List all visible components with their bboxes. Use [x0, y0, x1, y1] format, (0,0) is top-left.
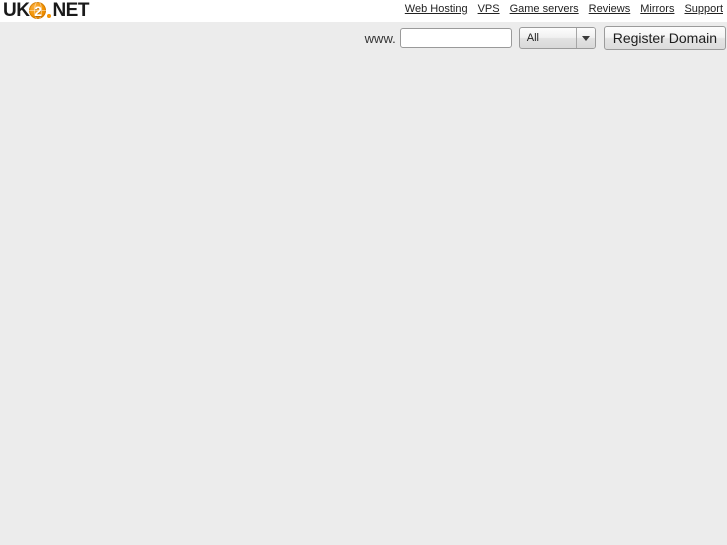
- top-navigation: Web Hosting VPS Game servers Reviews Mir…: [405, 3, 723, 15]
- chevron-down-icon[interactable]: [575, 28, 595, 48]
- logo-text-net: NET: [52, 0, 89, 21]
- www-prefix-label: www.: [364, 30, 396, 46]
- nav-link-reviews[interactable]: Reviews: [589, 3, 631, 15]
- nav-link-vps[interactable]: VPS: [478, 3, 500, 15]
- site-logo[interactable]: UK 2 NET: [3, 0, 89, 21]
- nav-link-web-hosting[interactable]: Web Hosting: [405, 3, 468, 15]
- page-content-area: [0, 22, 727, 545]
- domain-name-input[interactable]: [399, 28, 512, 48]
- tld-select-value: All: [526, 32, 539, 44]
- logo-text-uk: UK: [3, 0, 30, 21]
- site-header: UK 2 NET Web Hosting VPS Game servers Re…: [0, 0, 727, 50]
- globe-icon: 2: [29, 2, 47, 19]
- tld-select[interactable]: All: [518, 27, 596, 49]
- logo-globe-digit: 2: [34, 2, 42, 19]
- nav-link-mirrors[interactable]: Mirrors: [640, 3, 674, 15]
- nav-link-game-servers[interactable]: Game servers: [510, 3, 579, 15]
- chevron-down-glyph: [581, 35, 590, 41]
- register-domain-button[interactable]: Register Domain: [603, 26, 726, 50]
- nav-link-support[interactable]: Support: [684, 3, 723, 15]
- domain-search-form: www. All Register Domain: [365, 25, 726, 51]
- logo-dot-icon: [47, 14, 52, 18]
